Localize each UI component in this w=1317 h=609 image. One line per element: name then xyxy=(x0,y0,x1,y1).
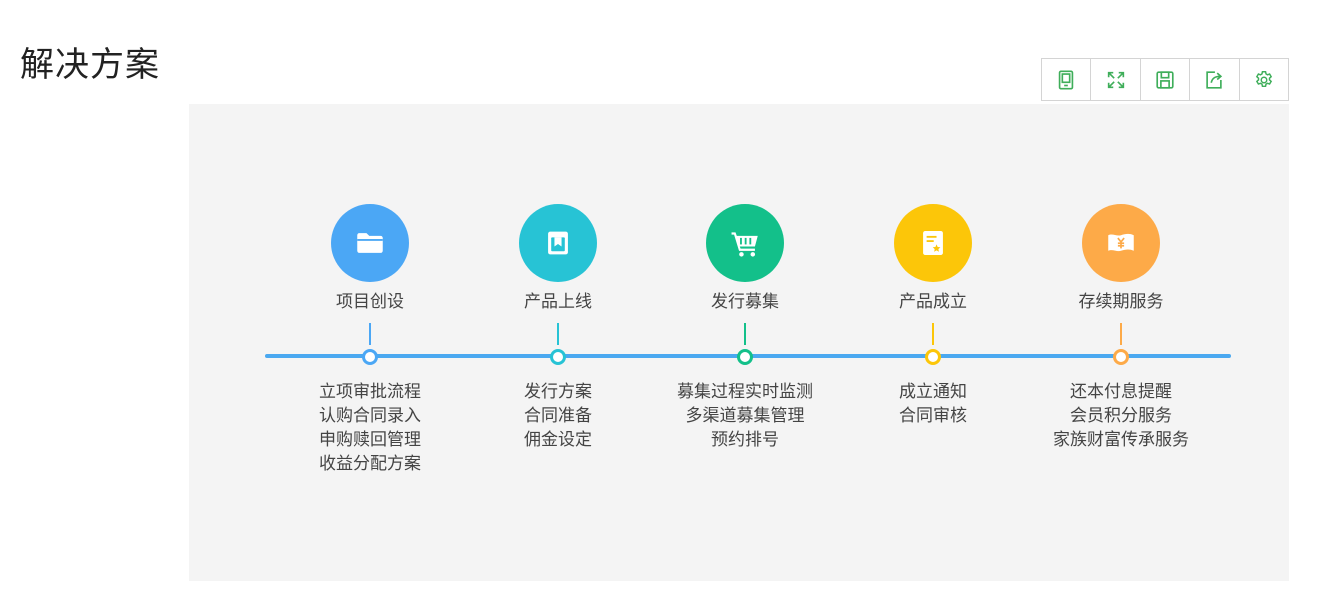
stage-icon-badge xyxy=(706,204,784,282)
folder-icon xyxy=(357,233,383,253)
stage-icon-badge xyxy=(894,204,972,282)
stage-icon-badge xyxy=(519,204,597,282)
timeline-node xyxy=(925,349,941,365)
share-icon xyxy=(1206,70,1223,89)
stage-connector xyxy=(369,323,371,345)
stage-icon-badge xyxy=(1082,204,1160,282)
save-icon xyxy=(1156,70,1174,89)
timeline-node xyxy=(362,349,378,365)
tablet-icon xyxy=(1058,69,1074,90)
save-image-button[interactable] xyxy=(1141,59,1191,100)
yuan-banknote-icon xyxy=(1108,233,1134,252)
share-button[interactable] xyxy=(1190,59,1240,100)
stage-title: 存续期服务 xyxy=(1078,292,1164,312)
stage-item-list: 还本付息提醒 会员积分服务 家族财富传承服务 xyxy=(1001,380,1241,452)
chart-toolbar xyxy=(1041,58,1289,101)
fullscreen-button[interactable] xyxy=(1091,59,1141,100)
stage-item: 会员积分服务 xyxy=(1070,406,1172,426)
stage-connector xyxy=(557,323,559,345)
page: 解决方案 项目创设 立项审批流程 认购合同录入 申购赎回管理 收益分配方案 产品… xyxy=(0,0,1317,609)
stage-connector xyxy=(1120,323,1122,345)
stage-connector xyxy=(744,323,746,345)
stage-connector xyxy=(932,323,934,345)
fullscreen-icon xyxy=(1107,71,1124,88)
timeline-node xyxy=(550,349,566,365)
tablet-view-button[interactable] xyxy=(1042,59,1092,100)
bookmark-book-icon xyxy=(548,231,568,255)
settings-button[interactable] xyxy=(1240,59,1288,100)
stage-item: 还本付息提醒 xyxy=(1070,382,1172,402)
timeline-node xyxy=(1113,349,1129,365)
shopping-cart-icon xyxy=(731,232,758,257)
page-title: 解决方案 xyxy=(20,44,160,85)
timeline-node xyxy=(737,349,753,365)
certificate-icon xyxy=(923,230,943,256)
stage-icon-badge xyxy=(331,204,409,282)
gear-icon xyxy=(1255,70,1272,87)
stage-duration-service: 存续期服务 还本付息提醒 会员积分服务 家族财富传承服务 xyxy=(1001,104,1241,581)
stage-item: 家族财富传承服务 xyxy=(1053,430,1189,450)
solution-timeline: 项目创设 立项审批流程 认购合同录入 申购赎回管理 收益分配方案 产品上线 发行… xyxy=(189,104,1289,581)
